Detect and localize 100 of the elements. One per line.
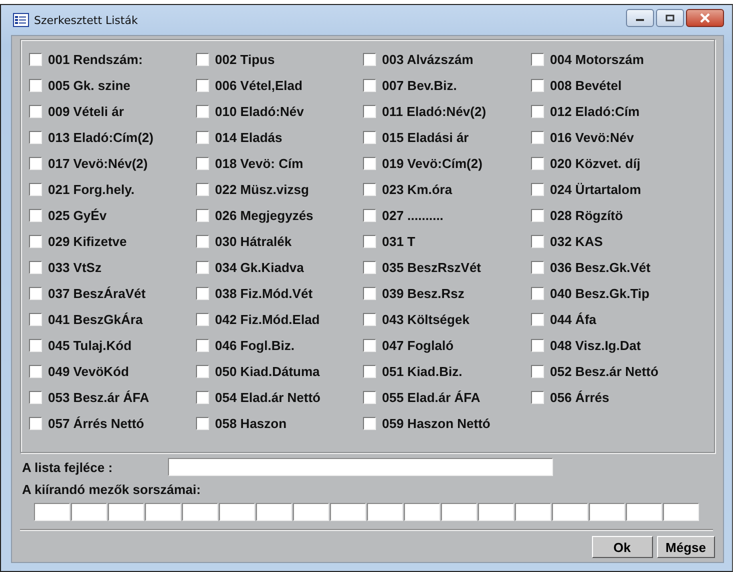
checkbox[interactable] [363,390,376,404]
checkbox[interactable] [531,52,544,66]
checkbox-label: 017 Vevö:Név(2) [48,156,148,170]
checkbox-label: 058 Haszon [215,416,287,430]
order-number-field[interactable] [108,503,144,521]
order-number-field[interactable] [626,503,662,521]
close-button[interactable] [686,9,724,27]
checkbox[interactable] [531,338,544,352]
order-number-field[interactable] [256,503,292,521]
checkbox[interactable] [531,182,544,196]
checkbox[interactable] [196,78,209,92]
checkbox[interactable] [29,416,42,430]
order-number-field[interactable] [293,503,329,521]
checkbox[interactable] [196,208,209,222]
checkbox[interactable] [363,182,376,196]
checkbox-label: 011 Eladó:Név(2) [382,104,486,118]
checkbox-label: 027 .......... [382,208,444,222]
checkbox[interactable] [29,390,42,404]
checkbox[interactable] [363,78,376,92]
checkbox[interactable] [363,260,376,274]
checkbox[interactable] [531,364,544,378]
checkbox[interactable] [29,208,42,222]
checkbox[interactable] [29,260,42,274]
checkbox[interactable] [363,156,376,170]
checkbox[interactable] [363,286,376,300]
checkbox[interactable] [363,52,376,66]
checkbox-label: 015 Eladási ár [382,130,469,144]
checkbox[interactable] [29,156,42,170]
checkbox[interactable] [363,208,376,222]
checkbox[interactable] [29,234,42,248]
order-number-field[interactable] [441,503,477,521]
order-number-field[interactable] [663,503,699,521]
order-number-field[interactable] [515,503,551,521]
checkbox[interactable] [531,130,544,144]
checkbox[interactable] [29,104,42,118]
order-number-field[interactable] [71,503,107,521]
checkbox[interactable] [196,182,209,196]
checkbox[interactable] [531,208,544,222]
checkbox[interactable] [196,156,209,170]
checkbox[interactable] [531,234,544,248]
checkbox[interactable] [29,338,42,352]
checkbox[interactable] [196,104,209,118]
checkbox[interactable] [363,338,376,352]
checkbox-label: 037 BeszÁraVét [48,286,146,300]
cancel-button[interactable]: Mégse [656,536,715,558]
checkbox[interactable] [363,416,376,430]
checkbox-label: 013 Eladó:Cím(2) [48,130,154,144]
order-number-field[interactable] [34,503,70,521]
checkbox[interactable] [196,130,209,144]
checkbox[interactable] [531,312,544,326]
maximize-button[interactable] [656,9,684,27]
checkbox[interactable] [196,260,209,274]
checkbox[interactable] [531,390,544,404]
order-number-field[interactable] [589,503,625,521]
checkbox[interactable] [531,260,544,274]
minimize-button[interactable] [626,9,654,27]
checkbox[interactable] [196,416,209,430]
ok-button[interactable]: Ok [592,536,653,558]
checkbox[interactable] [196,364,209,378]
header-input-field[interactable] [168,458,553,476]
order-number-field[interactable] [330,503,366,521]
order-number-field[interactable] [182,503,218,521]
checkbox[interactable] [29,364,42,378]
checkbox-label: 047 Foglaló [382,338,454,352]
order-number-field[interactable] [219,503,255,521]
checkbox[interactable] [363,312,376,326]
checkbox[interactable] [531,156,544,170]
checkbox[interactable] [531,286,544,300]
checkbox[interactable] [196,312,209,326]
checkbox[interactable] [196,286,209,300]
checkbox[interactable] [29,286,42,300]
checkbox-label: 035 BeszRszVét [382,260,481,274]
checkbox[interactable] [29,182,42,196]
checkbox-label: 053 Besz.ár ÁFA [48,390,150,404]
checkbox[interactable] [29,52,42,66]
checkbox-label: 042 Fiz.Mód.Elad [215,312,320,326]
checkbox[interactable] [29,78,42,92]
checkbox[interactable] [29,130,42,144]
checkbox[interactable] [196,52,209,66]
checkbox[interactable] [531,104,544,118]
checkbox[interactable] [363,104,376,118]
order-number-field[interactable] [367,503,403,521]
checkbox[interactable] [363,234,376,248]
checkbox[interactable] [29,312,42,326]
order-number-field[interactable] [552,503,588,521]
checkbox-label: 054 Elad.ár Nettó [215,390,320,404]
checkbox-label: 036 Besz.Gk.Vét [550,260,650,274]
checkbox[interactable] [196,390,209,404]
checkbox[interactable] [196,234,209,248]
order-number-field[interactable] [404,503,440,521]
checkbox-label: 033 VtSz [48,260,102,274]
checkbox-label: 014 Eladás [215,130,282,144]
checkbox[interactable] [363,130,376,144]
checkbox-label: 034 Gk.Kiadva [215,260,304,274]
checkbox[interactable] [196,338,209,352]
checkbox[interactable] [531,78,544,92]
checkbox[interactable] [363,364,376,378]
order-number-field[interactable] [478,503,514,521]
order-number-field[interactable] [145,503,181,521]
checkbox-label: 028 Rögzítö [550,208,623,222]
